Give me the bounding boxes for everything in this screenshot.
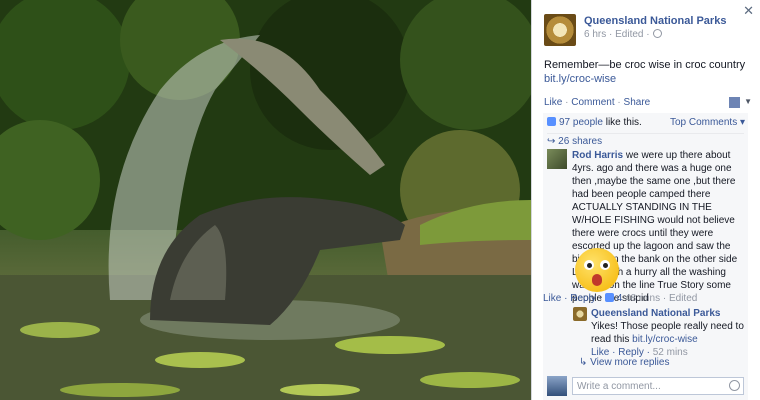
comment-composer xyxy=(547,376,744,396)
post-text: Remember—be croc wise in croc country bi… xyxy=(544,58,749,86)
likes-count-link[interactable]: 97 people xyxy=(559,117,603,128)
page-name-link[interactable]: Queensland National Parks xyxy=(584,15,726,27)
comment-input[interactable] xyxy=(572,377,744,395)
view-more-replies[interactable]: ↳ View more replies xyxy=(579,357,669,368)
comment-author[interactable]: Rod Harris xyxy=(572,150,623,161)
post-panel: ✕ Queensland National Parks 6 hrs · Edit… xyxy=(531,0,760,400)
reply-author-avatar[interactable] xyxy=(573,307,587,321)
globe-icon xyxy=(652,29,662,38)
post-photo[interactable] xyxy=(0,0,531,400)
comment-like-button[interactable]: Like xyxy=(543,293,561,304)
thumbs-up-icon xyxy=(604,293,614,302)
comment-like-count[interactable]: 4 xyxy=(617,293,623,304)
reply-item: Queensland National Parks Yikes! Those p… xyxy=(573,307,744,358)
post-body: Remember—be croc wise in croc country xyxy=(544,59,746,71)
current-user-avatar xyxy=(547,376,567,396)
post-actions: Like · Comment · Share xyxy=(544,97,651,108)
reply-arrow-icon: ↳ xyxy=(579,357,588,368)
comment-reply-button[interactable]: Reply xyxy=(570,293,596,304)
post-link[interactable]: bit.ly/croc-wise xyxy=(544,73,616,85)
viewer-avatar[interactable] xyxy=(729,97,740,108)
like-button[interactable]: Like xyxy=(544,97,562,108)
comment-time: 48 mins · Edited xyxy=(625,293,698,304)
top-comments-dropdown[interactable]: Top Comments ▾ xyxy=(670,117,745,128)
comment-item: Rod Harris we were up there about 4yrs. … xyxy=(543,149,744,309)
smiley-icon[interactable] xyxy=(729,380,740,391)
feedback-section: 97 people like this. Top Comments ▾ ↪ 26… xyxy=(543,113,748,400)
crocodile-photo xyxy=(0,0,531,400)
reply-link[interactable]: bit.ly/croc-wise xyxy=(632,334,698,345)
post-meta: 6 hrs · Edited · xyxy=(584,29,662,40)
page-avatar[interactable] xyxy=(544,14,576,46)
post-header: Queensland National Parks 6 hrs · Edited… xyxy=(544,12,744,48)
close-icon[interactable]: ✕ xyxy=(743,3,754,19)
share-button[interactable]: Share xyxy=(624,97,651,108)
reply-author[interactable]: Queensland National Parks xyxy=(591,308,721,319)
comment-button[interactable]: Comment xyxy=(571,97,614,108)
post-timestamp[interactable]: 6 hrs · Edited · xyxy=(584,29,650,40)
chevron-down-icon[interactable]: ▼ xyxy=(744,97,752,106)
likes-summary: 97 people like this. xyxy=(547,117,642,128)
shares-count[interactable]: ↪ 26 shares xyxy=(547,133,744,147)
reply-body: Queensland National Parks Yikes! Those p… xyxy=(591,307,744,359)
shocked-face-icon xyxy=(575,248,619,292)
commenter-avatar[interactable] xyxy=(547,149,567,169)
thumbs-up-icon xyxy=(547,117,556,126)
comment-actions: Like · Reply · 4 48 mins · Edited xyxy=(543,293,698,304)
share-arrow-icon: ↪ xyxy=(547,136,556,147)
